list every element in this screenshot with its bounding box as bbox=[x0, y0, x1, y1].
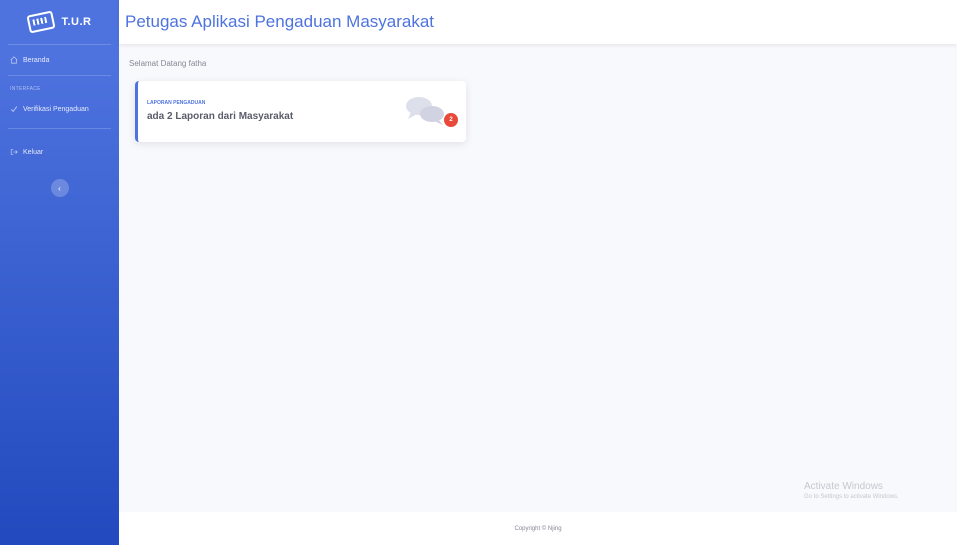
sidebar-item-label: Beranda bbox=[23, 56, 50, 64]
brand-name: T.U.R bbox=[61, 16, 92, 28]
page-title: Petugas Aplikasi Pengaduan Masyarakat bbox=[125, 12, 435, 31]
sidebar-item-label: Keluar bbox=[23, 148, 44, 156]
watermark-title: Activate Windows bbox=[804, 481, 883, 492]
sidebar: T.U.R Beranda INTERFACE Verifikasi Penga… bbox=[0, 0, 119, 545]
sidebar-toggle-button[interactable]: ‹ bbox=[50, 179, 69, 197]
footer-copyright: Copyright © Njing bbox=[514, 525, 562, 532]
sidebar-item-keluar[interactable]: Keluar bbox=[0, 137, 119, 167]
keyboard-icon bbox=[25, 10, 56, 34]
activate-windows-watermark: Activate Windows Go to Settings to activ… bbox=[804, 481, 899, 500]
watermark-subtitle: Go to Settings to activate Windows. bbox=[804, 494, 899, 500]
sidebar-item-beranda[interactable]: Beranda bbox=[0, 45, 119, 75]
check-icon bbox=[10, 106, 18, 113]
topbar: Petugas Aplikasi Pengaduan Masyarakat bbox=[119, 0, 957, 44]
sidebar-item-label: Verifikasi Pengaduan bbox=[23, 105, 89, 113]
sidebar-item-verifikasi[interactable]: Verifikasi Pengaduan bbox=[0, 94, 119, 124]
sidebar-brand[interactable]: T.U.R bbox=[0, 0, 119, 44]
welcome-text: Selamat Datang fatha bbox=[129, 59, 207, 68]
sidebar-section-heading: INTERFACE bbox=[10, 86, 41, 92]
comments-icon bbox=[406, 97, 444, 125]
sidebar-divider bbox=[8, 128, 111, 129]
footer: Copyright © Njing bbox=[119, 512, 957, 545]
report-card: LAPORAN PENGADUAN ada 2 Laporan dari Mas… bbox=[135, 81, 466, 142]
home-icon bbox=[10, 56, 18, 64]
chevron-left-icon: ‹ bbox=[58, 183, 61, 193]
sign-out-icon bbox=[10, 149, 18, 155]
card-label: LAPORAN PENGADUAN bbox=[147, 100, 206, 106]
card-value: ada 2 Laporan dari Masyarakat bbox=[147, 111, 294, 122]
notification-badge: 2 bbox=[444, 113, 458, 127]
